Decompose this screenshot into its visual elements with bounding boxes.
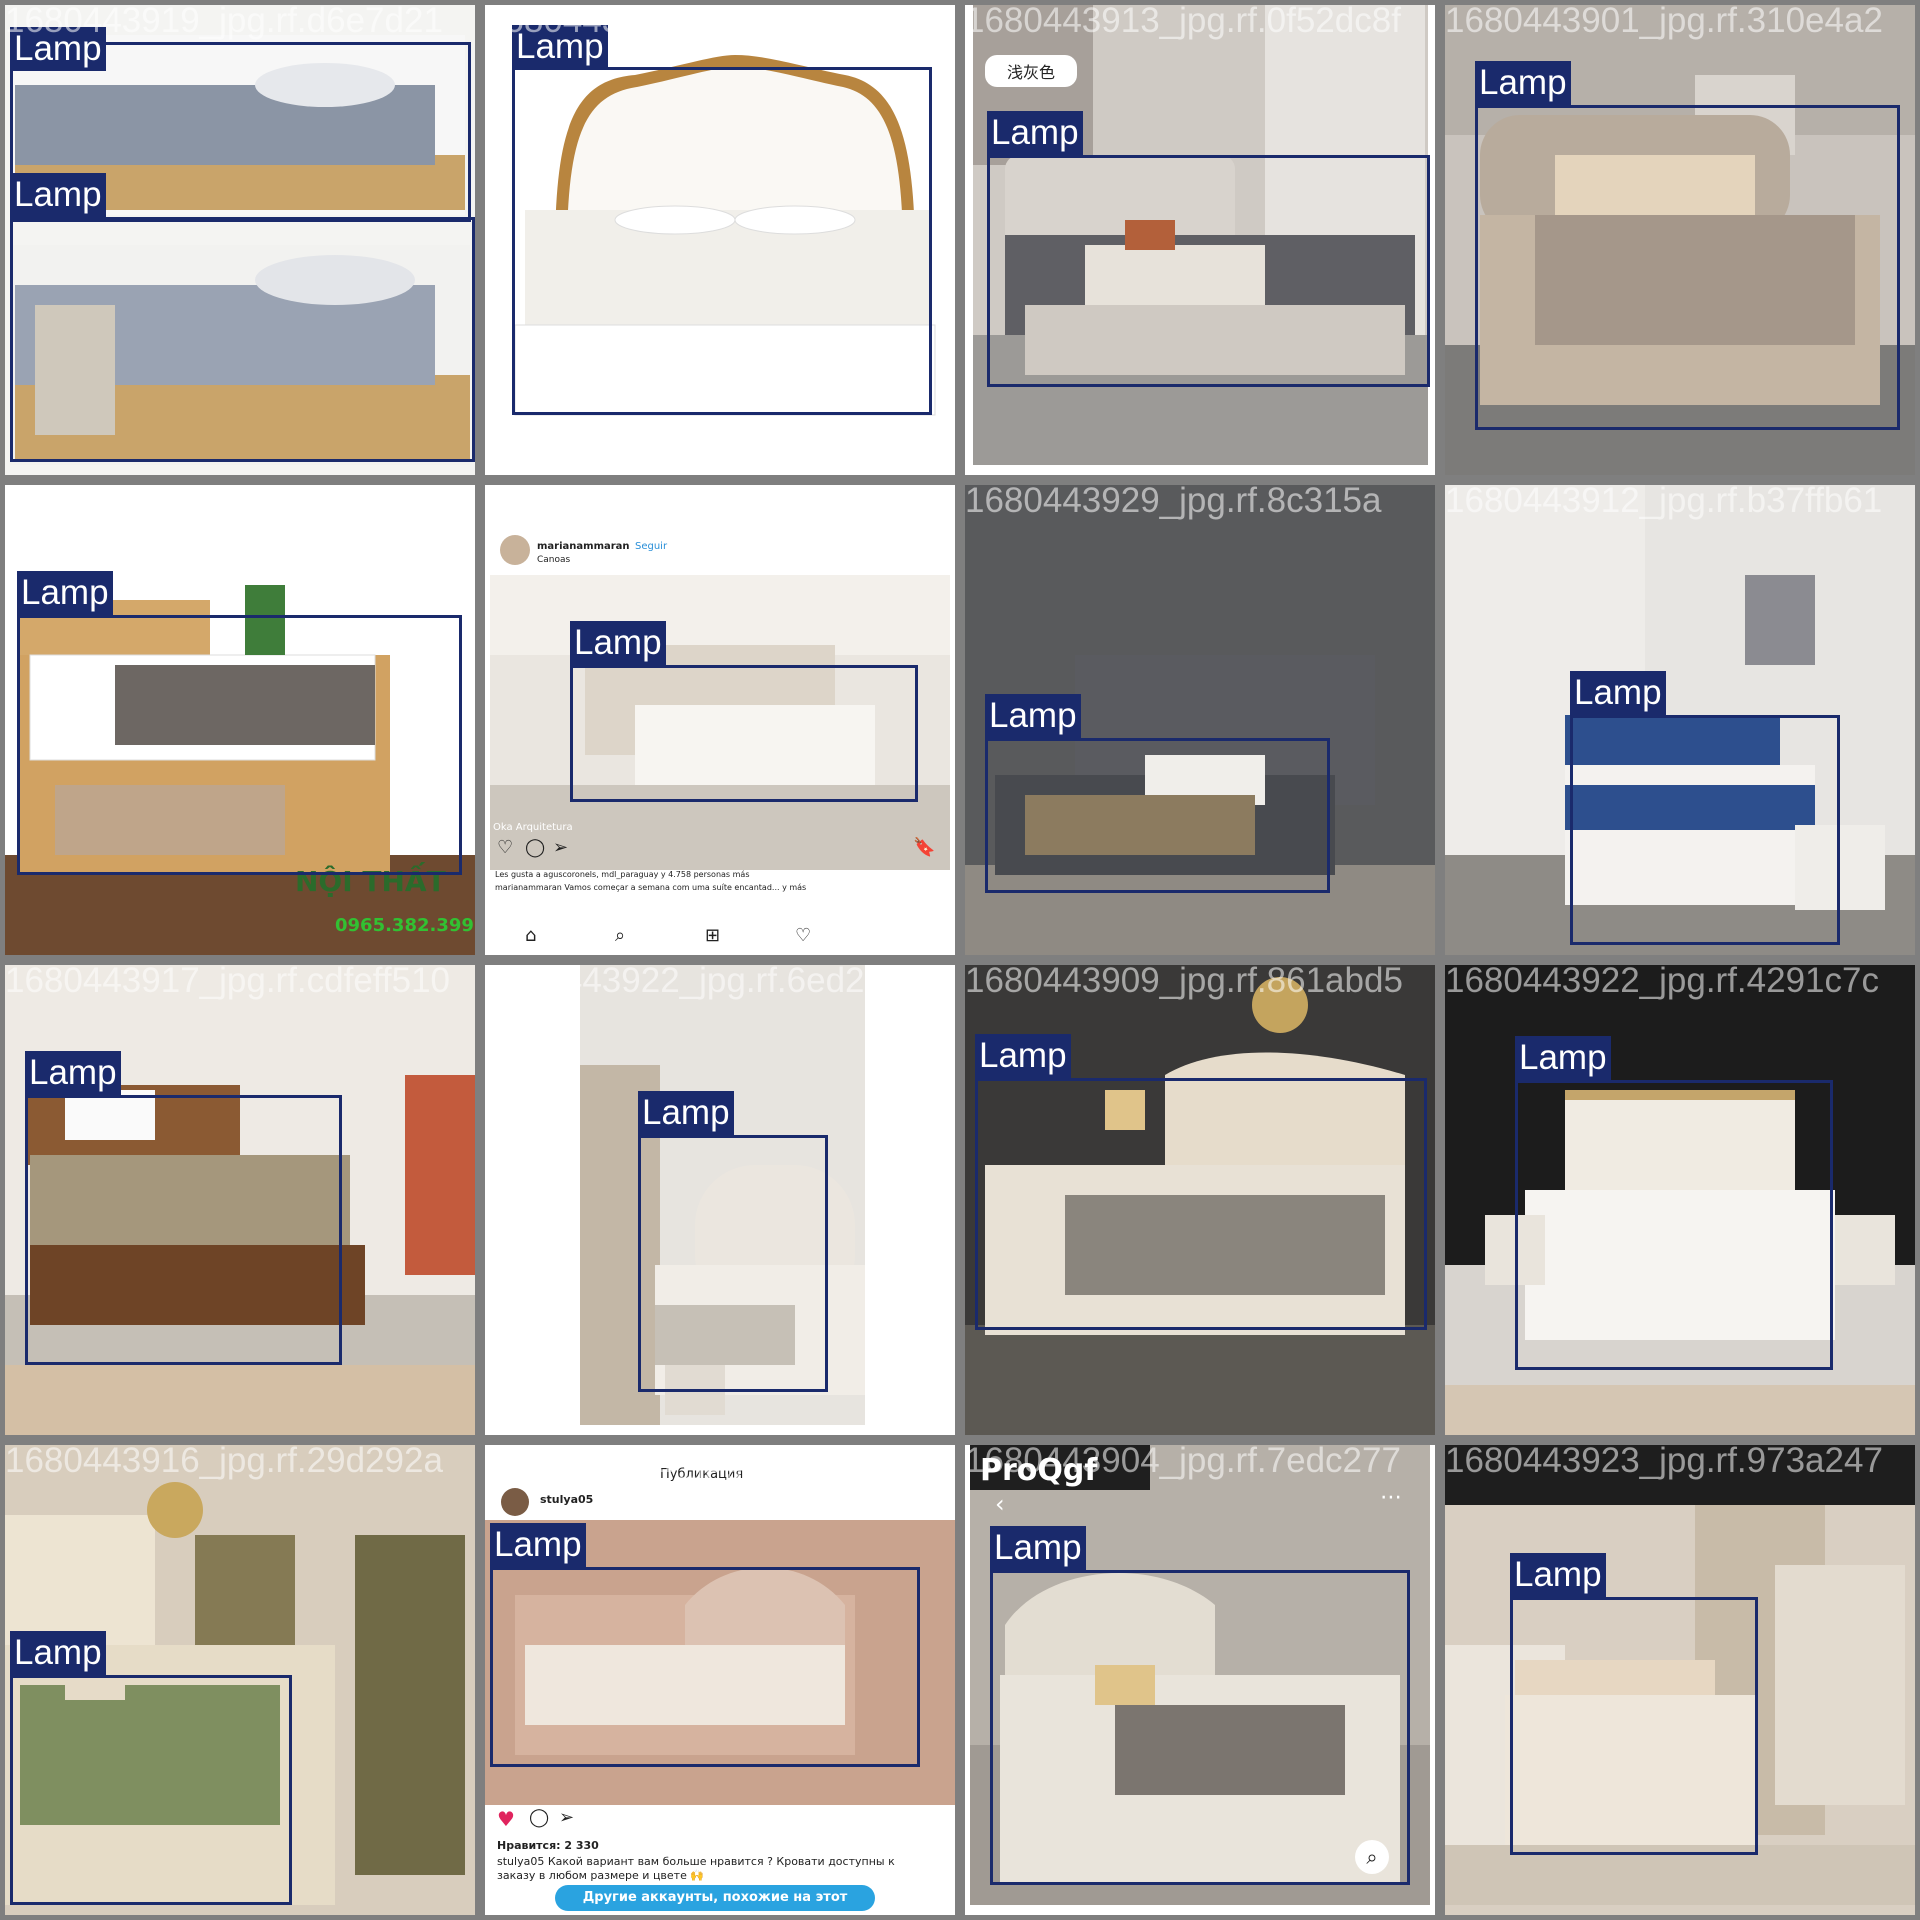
search-icon[interactable]: ⌕ xyxy=(615,925,625,946)
ig-caption: stulya05 Какой вариант вам больше нравит… xyxy=(497,1855,895,1882)
color-badge: 浅灰色 xyxy=(985,55,1078,87)
ig-likes: Les gusta a aguscoronels, mdl_paraguay y… xyxy=(495,870,750,879)
bbox xyxy=(638,1135,828,1392)
bbox-label: Lamp xyxy=(490,1523,586,1567)
tile-8: 1680443912_jpg.rf.b37ffb61 Lamp xyxy=(1445,485,1915,955)
bbox xyxy=(512,67,932,415)
home-icon[interactable]: ⌂ xyxy=(525,925,536,946)
ig-photo-credit: Oka Arquitetura xyxy=(493,822,573,833)
bbox-label: Lamp xyxy=(10,27,106,71)
similar-accounts-button[interactable]: Другие аккаунты, похожие на этот xyxy=(555,1885,875,1911)
bbox-label: Lamp xyxy=(25,1051,121,1095)
comment-icon[interactable]: ◯ xyxy=(525,837,545,858)
bbox xyxy=(10,1675,292,1905)
more-options-icon[interactable]: ⋯ xyxy=(1380,1485,1402,1510)
tile-2: 1680443919_jpg.rf.85ec19bd Lamp xyxy=(485,5,955,475)
ig-header-title: Публикация xyxy=(660,1467,744,1482)
bbox-label: Lamp xyxy=(975,1034,1071,1078)
bbox xyxy=(17,615,462,875)
bbox xyxy=(490,1567,920,1767)
tile-5: 1680443918_jpg.rf.2d64d0a NỘI THẤT 0965.… xyxy=(5,485,475,955)
ig-follow-button[interactable]: Seguir xyxy=(635,541,667,552)
back-chevron-icon[interactable]: ‹ xyxy=(995,1490,1005,1518)
heart-icon[interactable]: ♡ xyxy=(497,837,513,858)
tile-9: 1680443917_jpg.rf.cdfeff510 Lamp xyxy=(5,965,475,1435)
bbox-label: Lamp xyxy=(987,111,1083,155)
bbox-label: Lamp xyxy=(10,1631,106,1675)
ig-username[interactable]: marianammaran xyxy=(537,541,630,552)
tile-10: 1680443922_jpg.rf.6ed23dfd Lamp xyxy=(485,965,955,1435)
bbox xyxy=(25,1095,342,1365)
bbox xyxy=(10,217,475,462)
ig-location: Canoas xyxy=(537,555,571,565)
send-icon[interactable]: ➢ xyxy=(559,1807,574,1828)
bbox xyxy=(975,1078,1427,1330)
tile-16: 1680443923_jpg.rf.973a247 Lamp xyxy=(1445,1445,1915,1915)
bbox-label: Lamp xyxy=(1515,1036,1611,1080)
bbox-label: Lamp xyxy=(1475,61,1571,105)
tile-15: 1680443904_jpg.rf.7edc277 ProQgf ‹ ⋯ ⌕ L… xyxy=(965,1445,1435,1915)
bookmark-icon[interactable]: 🔖 xyxy=(913,837,935,858)
ig-likes: Нравится: 2 330 xyxy=(497,1839,599,1852)
bbox xyxy=(987,155,1430,387)
bbox-label: Lamp xyxy=(985,694,1081,738)
bbox xyxy=(990,1570,1410,1885)
tile-14: 1680443911_jpg.rf.19a90 Публикация stuly… xyxy=(485,1445,955,1915)
bbox-label: Lamp xyxy=(570,621,666,665)
bbox xyxy=(1515,1080,1833,1370)
bbox-label: Lamp xyxy=(17,571,113,615)
bbox-label: Lamp xyxy=(1570,671,1666,715)
heart-icon[interactable]: ♥ xyxy=(497,1807,515,1831)
ig-caption: marianammaran Vamos começar a semana com… xyxy=(495,883,807,892)
shop-phone: 0965.382.399 xyxy=(335,915,474,936)
ig-username[interactable]: stulya05 xyxy=(540,1493,593,1506)
tile-6: 1680443920_jpg.rf.270f4 marianammaran Se… xyxy=(485,485,955,955)
bbox-label: Lamp xyxy=(512,25,608,69)
bbox-label: Lamp xyxy=(990,1526,1086,1570)
bbox-label: Lamp xyxy=(10,173,106,217)
bbox xyxy=(570,665,918,802)
bbox xyxy=(1475,105,1900,430)
add-post-icon[interactable]: ⊞ xyxy=(705,925,720,946)
mosaic-grid: 1680443919_jpg.rf.d6e7d21 Lamp Lamp 1680… xyxy=(0,0,1920,1920)
tile-7: 1680443929_jpg.rf.8c315a Lamp xyxy=(965,485,1435,955)
tile-11: 1680443909_jpg.rf.861abd5 Lamp xyxy=(965,965,1435,1435)
tile-1: 1680443919_jpg.rf.d6e7d21 Lamp Lamp xyxy=(5,5,475,475)
tile-12: 1680443922_jpg.rf.4291c7c Lamp xyxy=(1445,965,1915,1435)
bbox xyxy=(1510,1597,1758,1855)
bbox xyxy=(985,738,1330,893)
brand-logo: ProQgf xyxy=(980,1453,1098,1488)
send-icon[interactable]: ➢ xyxy=(553,837,568,858)
tile-3: 1680443913_jpg.rf.0f52dc8f 浅灰色 Lamp xyxy=(965,5,1435,475)
tile-13: 1680443916_jpg.rf.29d292a Lamp xyxy=(5,1445,475,1915)
tile-4: 1680443901_jpg.rf.310e4a2 Lamp xyxy=(1445,5,1915,475)
bbox-label: Lamp xyxy=(1510,1553,1606,1597)
activity-icon[interactable]: ♡ xyxy=(795,925,811,946)
comment-icon[interactable]: ◯ xyxy=(529,1807,549,1828)
bbox xyxy=(1570,715,1840,945)
bbox-label: Lamp xyxy=(638,1091,734,1135)
